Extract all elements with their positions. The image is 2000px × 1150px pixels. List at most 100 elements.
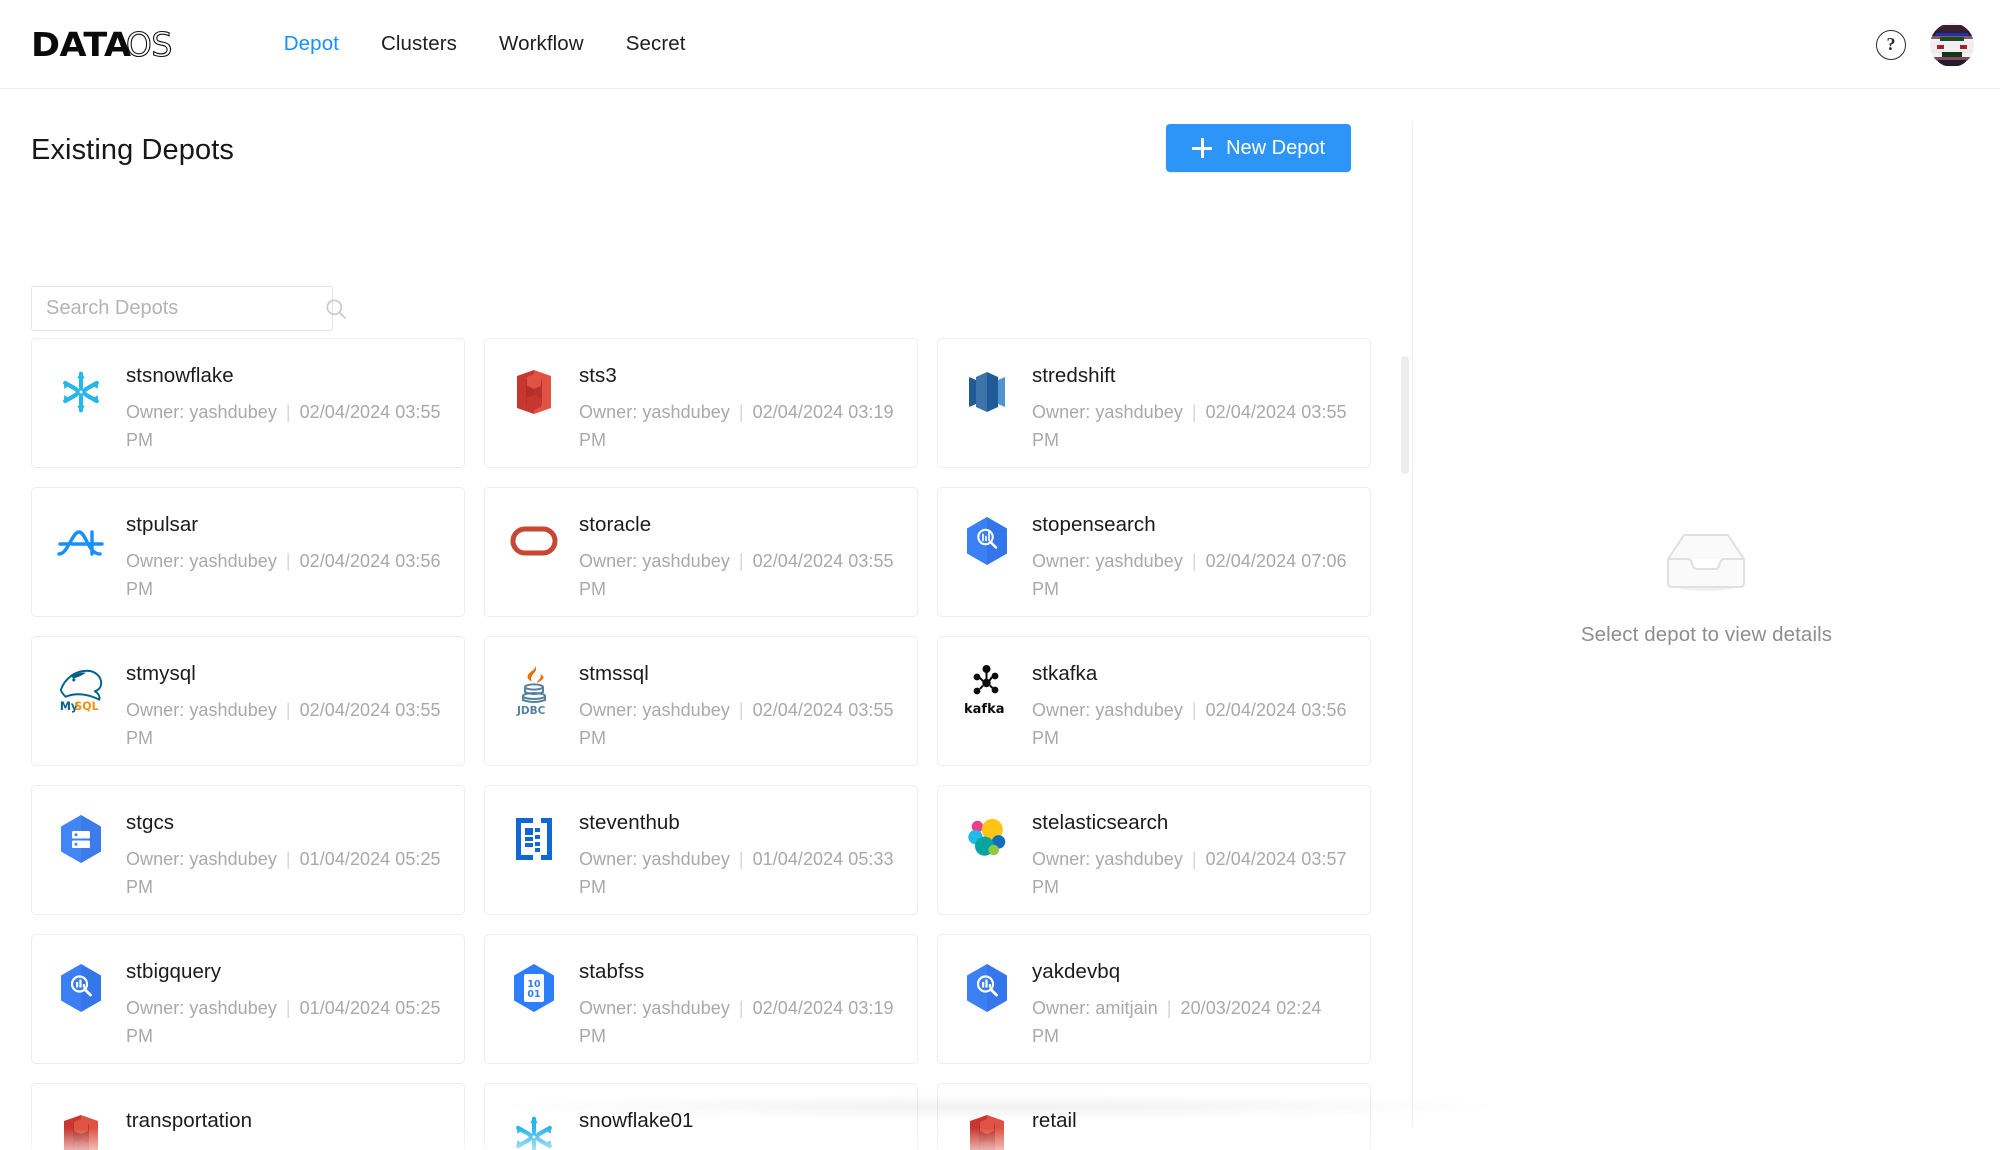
depot-date: 02/04/2024 xyxy=(1205,551,1297,571)
depot-card[interactable]: retail xyxy=(937,1083,1371,1150)
depot-card[interactable]: storacle Owner: yashdubey | 02/04/2024 03:5… xyxy=(484,487,918,617)
avatar[interactable] xyxy=(1930,22,1974,67)
new-depot-button[interactable]: New Depot xyxy=(1166,124,1351,172)
depot-card-body: yakdevbq Owner: amitjain | 20/03/2024 02:24… xyxy=(1032,957,1350,1050)
depot-card-name: retail xyxy=(1032,1109,1077,1132)
depot-card-body: stelasticsearch Owner: yashdubey | 02/04/20… xyxy=(1032,808,1350,901)
depot-owner: Owner: yashdubey xyxy=(579,551,730,571)
depot-owner: Owner: yashdubey xyxy=(579,700,730,720)
depot-card-name: storacle xyxy=(579,513,652,536)
depot-date: 02/04/2024 xyxy=(299,402,391,422)
svg-text:kafka: kafka xyxy=(964,702,1005,716)
amazon-redshift-icon xyxy=(960,365,1014,419)
depot-card-name: stelasticsearch xyxy=(1032,811,1169,834)
depot-cards-scroll-area[interactable]: stsnowflake Owner: yashdubey | 02/04/2024 0… xyxy=(0,338,1412,1150)
new-depot-button-label: New Depot xyxy=(1226,136,1325,159)
meta-separator: | xyxy=(738,551,744,571)
meta-separator: | xyxy=(285,700,291,720)
azure-event-hub-icon xyxy=(507,812,561,866)
depot-date: 02/04/2024 xyxy=(299,551,391,571)
depot-owner: Owner: yashdubey xyxy=(1032,849,1183,869)
depot-card[interactable]: transportation xyxy=(31,1083,465,1150)
abfss-icon: 10 01 xyxy=(507,961,561,1015)
depot-card-meta: Owner: amitjain | 20/03/2024 02:24 PM xyxy=(1032,994,1350,1050)
depot-card[interactable]: sts3 Owner: yashdubey | 02/04/2024 03:19 PM xyxy=(484,338,918,468)
nav-item-clusters[interactable]: Clusters xyxy=(360,32,478,56)
main-nav: Depot Clusters Workflow Secret xyxy=(263,32,707,56)
depot-card[interactable]: stopensearch Owner: yashdubey | 02/04/2024 … xyxy=(937,487,1371,617)
depot-owner: Owner: yashdubey xyxy=(579,998,730,1018)
depot-date: 02/04/2024 xyxy=(752,551,844,571)
depot-card[interactable]: stpulsar Owner: yashdubey | 02/04/2024 03:5… xyxy=(31,487,465,617)
depot-date: 01/04/2024 xyxy=(752,849,844,869)
depot-card[interactable]: kafka stkafka Owner: yashdubey | 02/04/2024… xyxy=(937,636,1371,766)
depot-card-body: stgcs Owner: yashdubey | 01/04/2024 05:25 P… xyxy=(126,808,444,901)
empty-state-text: Select depot to view details xyxy=(1580,622,1833,646)
apache-pulsar-icon xyxy=(54,514,108,568)
meta-separator: | xyxy=(1191,700,1197,720)
top-navigation-bar: DATA OS Depot Clusters Workflow Secret ? xyxy=(0,0,2000,89)
depot-card[interactable]: My SQL stmysql Owner: yashdubey | 02/04/202… xyxy=(31,636,465,766)
depot-card[interactable]: stgcs Owner: yashdubey | 01/04/2024 05:25 P… xyxy=(31,785,465,915)
meta-separator: | xyxy=(1191,849,1197,869)
depot-card-name: stbigquery xyxy=(126,960,222,983)
meta-separator: | xyxy=(285,551,291,571)
depot-card[interactable]: 10 01 stabfss Owner: yashdubey | 02/04/2024… xyxy=(484,934,918,1064)
depot-card[interactable]: snowflake01 xyxy=(484,1083,918,1150)
help-icon[interactable]: ? xyxy=(1876,29,1906,60)
depot-card-name: stredshift xyxy=(1032,364,1116,387)
depot-owner: Owner: yashdubey xyxy=(1032,402,1183,422)
depot-card-meta: Owner: yashdubey | 02/04/2024 03:55 PM xyxy=(1032,398,1350,454)
amazon-s3-icon xyxy=(54,1110,108,1150)
depot-card[interactable]: stredshift Owner: yashdubey | 02/04/2024 03… xyxy=(937,338,1371,468)
meta-separator: | xyxy=(738,700,744,720)
logo-text-primary: DATA xyxy=(31,24,131,64)
depot-owner: Owner: yashdubey xyxy=(126,551,277,571)
plus-icon xyxy=(1192,138,1213,158)
meta-separator: | xyxy=(1191,402,1197,422)
dataos-logo[interactable]: DATA OS xyxy=(31,24,173,64)
search-depots-box[interactable] xyxy=(31,286,346,331)
depot-card-name: stsnowflake xyxy=(126,364,234,387)
depot-date: 02/04/2024 xyxy=(1205,402,1297,422)
depot-cards-grid: stsnowflake Owner: yashdubey | 02/04/2024 0… xyxy=(31,338,1381,1150)
meta-separator: | xyxy=(285,402,291,422)
depot-card-meta: Owner: yashdubey | 02/04/2024 07:06 PM xyxy=(1032,547,1350,603)
depot-card-body: stsnowflake Owner: yashdubey | 02/04/2024 0… xyxy=(126,361,444,454)
depot-card-name: sts3 xyxy=(579,364,617,387)
meta-separator: | xyxy=(285,849,291,869)
search-input[interactable] xyxy=(32,297,325,320)
depot-card[interactable]: stbigquery Owner: yashdubey | 01/04/2024 05… xyxy=(31,934,465,1064)
inbox-tray-icon xyxy=(1660,523,1752,597)
depot-owner: Owner: yashdubey xyxy=(126,402,277,422)
depot-owner: Owner: yashdubey xyxy=(579,402,730,422)
depot-card-name: stpulsar xyxy=(126,513,199,536)
mysql-icon: My SQL xyxy=(54,663,108,717)
depot-card-body: transportation xyxy=(126,1106,444,1143)
depot-card[interactable]: steventhub Owner: yashdubey | 01/04/2024 05… xyxy=(484,785,918,915)
svg-text:JDBC: JDBC xyxy=(516,705,546,716)
depot-card[interactable]: JDBC stmssql Owner: yashdubey | 02/04/2024 … xyxy=(484,636,918,766)
logo-text-secondary: OS xyxy=(125,24,173,64)
depot-date: 02/04/2024 xyxy=(752,700,844,720)
depot-list-scrollbar[interactable] xyxy=(1401,338,1409,1150)
bigquery-icon xyxy=(960,961,1014,1015)
nav-item-workflow[interactable]: Workflow xyxy=(478,32,605,56)
depot-card-meta: Owner: yashdubey | 01/04/2024 05:25 PM xyxy=(126,845,444,901)
nav-item-secret[interactable]: Secret xyxy=(605,32,707,56)
depot-card[interactable]: yakdevbq Owner: amitjain | 20/03/2024 02:24… xyxy=(937,934,1371,1064)
depot-card-body: stabfss Owner: yashdubey | 02/04/2024 03:19… xyxy=(579,957,897,1050)
depot-card-body: stmysql Owner: yashdubey | 02/04/2024 03:55… xyxy=(126,659,444,752)
depot-card-body: sts3 Owner: yashdubey | 02/04/2024 03:19 PM xyxy=(579,361,897,454)
depot-card-body: stopensearch Owner: yashdubey | 02/04/2024 … xyxy=(1032,510,1350,603)
depot-details-pane: Select depot to view details xyxy=(1413,89,2000,1150)
nav-item-depot[interactable]: Depot xyxy=(263,32,360,56)
scrollbar-thumb[interactable] xyxy=(1401,356,1409,474)
depot-card[interactable]: stsnowflake Owner: yashdubey | 02/04/2024 0… xyxy=(31,338,465,468)
depot-card-body: steventhub Owner: yashdubey | 01/04/2024 05… xyxy=(579,808,897,901)
search-icon[interactable] xyxy=(325,298,347,320)
depot-card-meta: Owner: yashdubey | 02/04/2024 03:55 PM xyxy=(579,547,897,603)
depot-card[interactable]: stelasticsearch Owner: yashdubey | 02/04/20… xyxy=(937,785,1371,915)
depot-owner: Owner: yashdubey xyxy=(126,700,277,720)
amazon-s3-icon xyxy=(507,365,561,419)
